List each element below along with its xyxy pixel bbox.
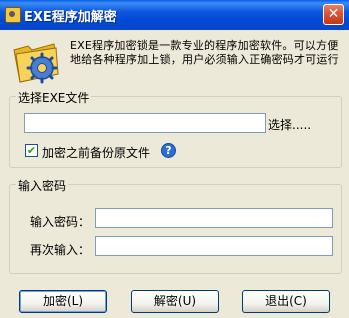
close-button[interactable]: ✕ <box>323 4 344 25</box>
decrypt-button[interactable]: 解密(U) <box>131 290 219 313</box>
backup-checkbox-label[interactable]: 加密之前备份原文件 <box>42 144 150 161</box>
exit-button[interactable]: 退出(C) <box>242 290 330 313</box>
window-title: EXE程序加解密 <box>24 10 117 25</box>
password-group-title: 输入密码 <box>16 177 69 194</box>
password-field[interactable] <box>95 208 333 228</box>
description-text: EXE程序加密锁是一款专业的程序加密软件。可以方便地给各种程序加上锁，用户必须输… <box>70 39 339 66</box>
password-group: 输入密码 输入密码： 再次输入： <box>9 177 342 274</box>
browse-button[interactable]: 选择..... <box>268 116 311 133</box>
exe-file-input[interactable] <box>24 113 266 133</box>
title-bar[interactable]: EXE程序加解密 ✕ <box>0 0 349 30</box>
confirm-password-field[interactable] <box>95 236 333 256</box>
lock-app-icon <box>5 7 21 23</box>
select-exe-group: 选择EXE文件 选择..... ✔ 加密之前备份原文件 ? <box>9 89 342 168</box>
help-icon[interactable]: ? <box>161 143 176 158</box>
backup-checkbox[interactable]: ✔ <box>25 144 38 157</box>
encrypt-button[interactable]: 加密(L) <box>19 290 107 313</box>
confirm-password-label: 再次输入： <box>30 243 91 257</box>
password-label: 输入密码： <box>30 215 91 229</box>
close-icon: ✕ <box>327 6 340 22</box>
folder-gear-icon <box>13 43 59 84</box>
select-exe-group-title: 选择EXE文件 <box>16 89 92 106</box>
